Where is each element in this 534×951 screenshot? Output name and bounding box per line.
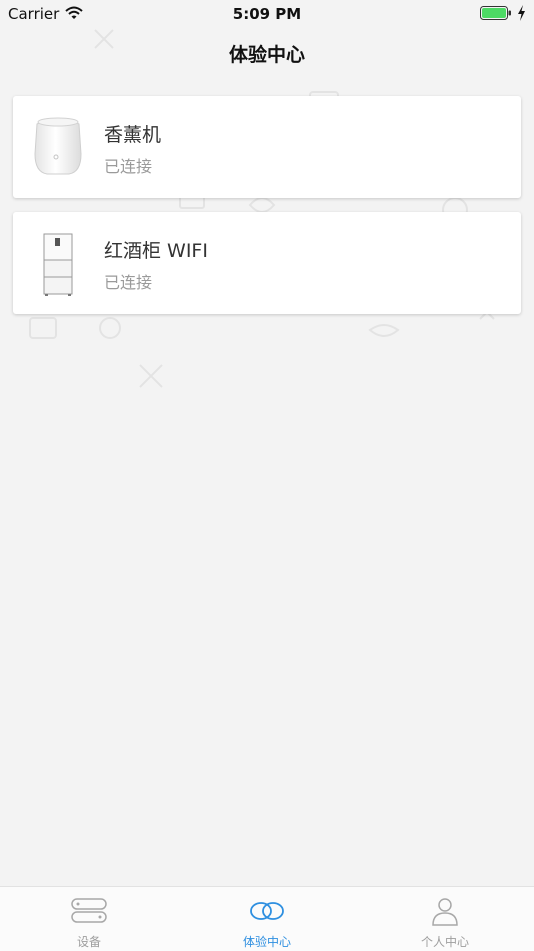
device-name: 香薰机	[104, 124, 162, 146]
device-status: 已连接	[104, 157, 153, 176]
person-icon	[432, 898, 458, 926]
tab-label: 体验中心	[242, 935, 291, 949]
charging-icon	[518, 5, 525, 21]
experience-rings-icon	[250, 902, 284, 920]
device-status: 已连接	[104, 273, 153, 292]
tab-experience-center[interactable]: 体验中心	[178, 887, 356, 951]
tab-label: 设备	[76, 935, 101, 949]
page-title: 体验中心	[228, 44, 305, 66]
status-bar: Carrier 5:09 PM	[0, 0, 534, 28]
status-time: 5:09 PM	[232, 5, 302, 23]
device-name: 红酒柜 WIFI	[104, 240, 208, 262]
wine-cabinet-icon	[43, 233, 73, 296]
tab-bar: 设备 体验中心 个人中心	[0, 886, 534, 951]
tab-label: 个人中心	[420, 935, 469, 949]
tab-personal-center[interactable]: 个人中心	[356, 887, 534, 951]
battery-icon	[480, 6, 511, 20]
devices-icon	[71, 898, 107, 923]
tab-devices[interactable]: 设备	[0, 887, 178, 951]
device-card-wine-cabinet[interactable]: 红酒柜 WIFI 已连接	[13, 212, 521, 314]
aroma-diffuser-icon	[34, 117, 82, 175]
device-card-aroma-diffuser[interactable]: 香薰机 已连接	[13, 96, 521, 198]
